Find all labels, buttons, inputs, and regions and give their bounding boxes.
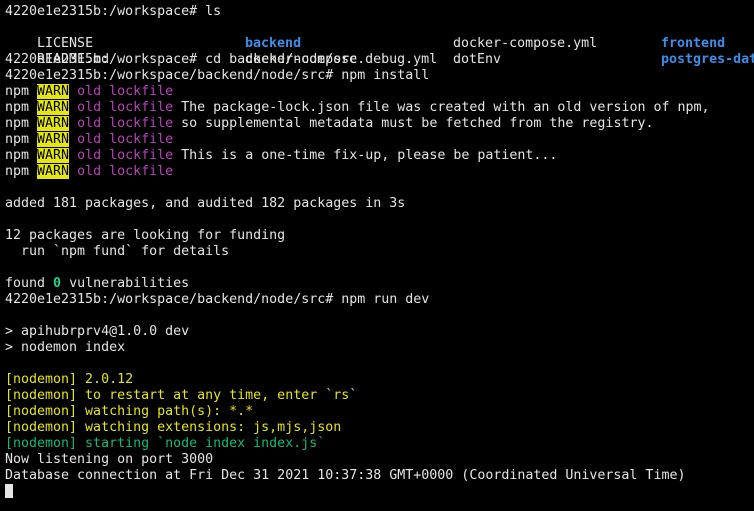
terminal-output[interactable]: 4220e1e2315b:/workspace# ls LICENSE backe… (5, 4, 754, 509)
server-listening-line: Now listening on port 3000 (5, 452, 214, 467)
prompt-line-npm-run-dev: 4220e1e2315b:/workspace/backend/node/src… (5, 292, 430, 307)
npm-added-summary: added 181 packages, and audited 182 pack… (5, 196, 406, 211)
vulnerabilities-summary: found 0 vulnerabilities (5, 276, 750, 292)
warn-message: The package-lock.json file was created w… (173, 100, 710, 115)
npm-warn-line: npm WARN old lockfile (5, 164, 750, 180)
warn-badge: WARN (37, 84, 70, 99)
old-lockfile-label: old lockfile (69, 100, 174, 115)
npm-warn-line: npm WARN old lockfile The package-lock.j… (5, 100, 750, 116)
nodemon-line: [nodemon] 2.0.12 (5, 372, 134, 387)
npm-prefix: npm (5, 148, 38, 163)
directory-postgres-data: postgres-data (661, 52, 754, 67)
npm-prefix: npm (5, 116, 38, 131)
npm-prefix: npm (5, 84, 38, 99)
prompt-line-ls: 4220e1e2315b:/workspace# ls (5, 4, 222, 19)
funding-hint: run `npm fund` for details (5, 244, 230, 259)
old-lockfile-label: old lockfile (69, 148, 174, 163)
script-header: > apihubrprv4@1.0.0 dev (5, 324, 190, 339)
file-license: LICENSE (37, 36, 94, 51)
terminal-cursor (5, 484, 13, 498)
old-lockfile-label: old lockfile (69, 132, 174, 147)
npm-prefix: npm (5, 164, 38, 179)
old-lockfile-label: old lockfile (69, 164, 174, 179)
file-dotenv: dotEnv (453, 52, 502, 67)
found-prefix: found (5, 276, 54, 291)
warn-badge: WARN (37, 116, 70, 131)
directory-frontend: frontend (661, 36, 726, 51)
old-lockfile-label: old lockfile (69, 84, 174, 99)
vulnerability-count: 0 (53, 276, 62, 291)
npm-prefix: npm (5, 100, 38, 115)
npm-warn-line: npm WARN old lockfile This is a one-time… (5, 148, 750, 164)
database-connection-line: Database connection at Fri Dec 31 2021 1… (5, 468, 686, 483)
npm-warn-line: npm WARN old lockfile so supplemental me… (5, 116, 750, 132)
warn-badge: WARN (37, 132, 70, 147)
cursor-line (5, 484, 750, 500)
ls-output-row: LICENSE backend docker-compose.yml frontend (5, 20, 750, 51)
npm-warn-line: npm WARN old lockfile (5, 132, 750, 148)
found-suffix: vulnerabilities (61, 276, 190, 291)
nodemon-line: [nodemon] watching extensions: js,mjs,js… (5, 420, 342, 435)
file-docker-compose: docker-compose.yml (453, 36, 598, 51)
nodemon-starting-line: [nodemon] starting `node index index.js` (5, 436, 326, 451)
warn-message: This is a one-time fix-up, please be pat… (173, 148, 558, 163)
nodemon-line: [nodemon] watching path(s): *.* (5, 404, 254, 419)
funding-notice: 12 packages are looking for funding (5, 228, 286, 243)
nodemon-line: [nodemon] to restart at any time, enter … (5, 388, 358, 403)
warn-badge: WARN (37, 164, 70, 179)
npm-warn-line: npm WARN old lockfile (5, 84, 750, 100)
warn-badge: WARN (37, 148, 70, 163)
prompt-line-npm-install: 4220e1e2315b:/workspace/backend/node/src… (5, 68, 430, 83)
npm-prefix: npm (5, 132, 38, 147)
directory-backend: backend (245, 36, 302, 51)
script-command: > nodemon index (5, 340, 126, 355)
warn-badge: WARN (37, 100, 70, 115)
warn-message: so supplemental metadata must be fetched… (173, 116, 654, 131)
old-lockfile-label: old lockfile (69, 116, 174, 131)
